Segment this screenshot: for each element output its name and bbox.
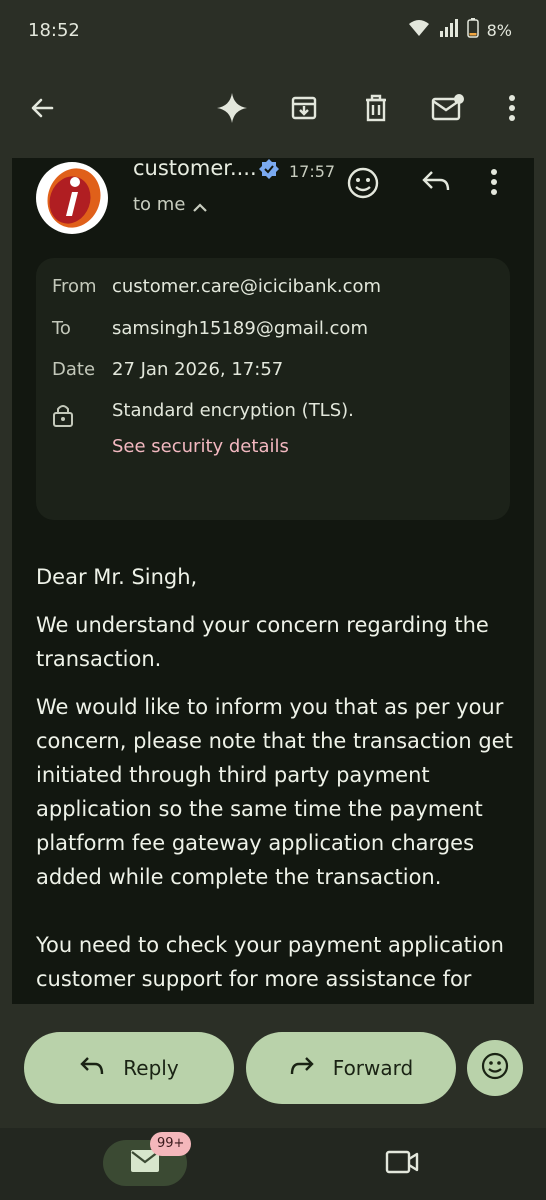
sender-name[interactable]: customer.... [133, 158, 257, 180]
body-paragraph-1: We understand your concern regarding the… [36, 613, 489, 671]
email-body: Dear Mr. Singh, We understand your conce… [36, 560, 516, 1004]
body-paragraph-3: You need to check your payment applicati… [36, 933, 504, 991]
emoji-reaction-button[interactable] [467, 1040, 523, 1096]
email-details-card: From customer.care@icicibank.com To sams… [36, 258, 510, 520]
sender-avatar[interactable] [36, 162, 108, 234]
bottom-navigation: 99+ [0, 1128, 546, 1200]
emoji-icon [480, 1051, 510, 1085]
action-bar: Reply Forward [0, 1004, 546, 1128]
status-time: 18:52 [28, 20, 80, 41]
encryption-text: Standard encryption (TLS). [112, 400, 354, 421]
status-icons: 8% [407, 18, 512, 42]
toolbar [0, 62, 546, 158]
emoji-icon[interactable] [346, 166, 380, 204]
message-time: 17:57 [289, 162, 336, 181]
chevron-up-icon[interactable] [192, 198, 208, 217]
signal-icon [439, 19, 459, 41]
to-value[interactable]: samsingh15189@gmail.com [112, 318, 368, 339]
security-details-link[interactable]: See security details [112, 436, 289, 457]
date-value: 27 Jan 2026, 17:57 [112, 359, 284, 380]
lock-icon [52, 402, 74, 433]
tab-meet[interactable] [380, 1144, 424, 1184]
back-arrow-icon[interactable] [18, 84, 66, 132]
body-paragraph-2: We would like to inform you that as per … [36, 695, 513, 889]
delete-icon[interactable] [352, 84, 400, 132]
body-greeting: Dear Mr. Singh, [36, 565, 198, 589]
forward-icon [289, 1055, 315, 1082]
battery-icon [466, 18, 479, 42]
video-icon [385, 1149, 419, 1179]
sparkle-icon[interactable] [208, 84, 256, 132]
status-bar: 18:52 8% [0, 0, 546, 62]
archive-icon[interactable] [280, 84, 328, 132]
recipient-summary[interactable]: to me [133, 194, 185, 215]
verified-icon [258, 158, 280, 184]
reply-icon [79, 1055, 105, 1082]
reply-button[interactable]: Reply [24, 1032, 234, 1104]
email-content[interactable]: customer.... 17:57 to me From customer.c… [12, 158, 534, 1004]
more-vert-icon[interactable] [488, 84, 536, 132]
from-label: From [52, 276, 97, 297]
to-label: To [52, 318, 71, 339]
date-label: Date [52, 359, 96, 380]
wifi-icon [407, 18, 431, 42]
forward-label: Forward [332, 1056, 414, 1080]
from-value[interactable]: customer.care@icicibank.com [112, 276, 381, 297]
forward-button[interactable]: Forward [246, 1032, 456, 1104]
reply-icon[interactable] [420, 168, 452, 200]
reply-label: Reply [123, 1056, 179, 1080]
battery-percent: 8% [486, 20, 512, 40]
unread-badge: 99+ [150, 1132, 192, 1156]
more-vert-icon[interactable] [490, 168, 498, 200]
mark-unread-icon[interactable] [424, 84, 472, 132]
